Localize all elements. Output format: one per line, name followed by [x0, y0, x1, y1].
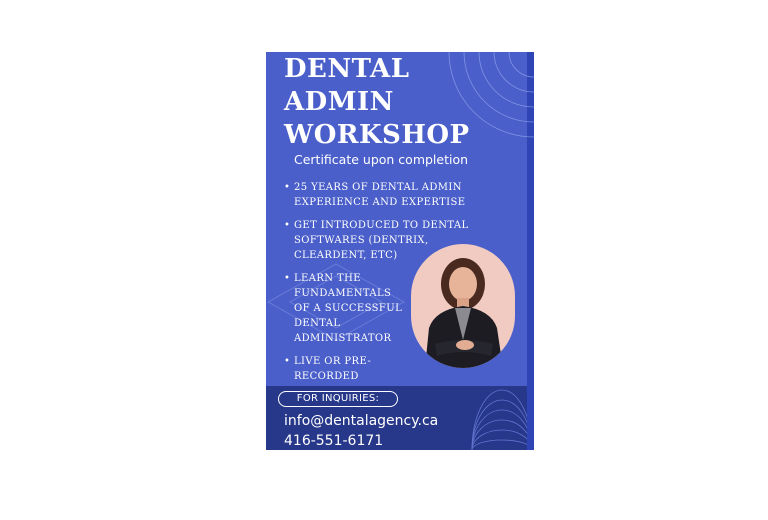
contact-phone[interactable]: 416-551-6171 — [284, 433, 383, 449]
person-silhouette-icon — [425, 258, 503, 368]
portrait-photo — [411, 244, 515, 368]
contact-footer: FOR INQUIRIES: info@dentalagency.ca 416-… — [266, 386, 527, 450]
concentric-arcs-icon — [471, 389, 527, 450]
title-line-3: WORKSHOP — [284, 120, 470, 150]
inquiries-label: FOR INQUIRIES: — [278, 391, 398, 407]
workshop-poster: DENTAL ADMIN WORKSHOP Certificate upon c… — [266, 52, 534, 450]
title-line-1: DENTAL — [284, 54, 410, 84]
subtitle: Certificate upon completion — [294, 152, 469, 167]
feature-item: LEARN THE FUNDAMENTALS OF A SUCCESSFUL D… — [284, 271, 404, 346]
title-line-2: ADMIN — [284, 87, 394, 117]
contact-email[interactable]: info@dentalagency.ca — [284, 413, 438, 429]
feature-item: 25 YEARS OF DENTAL ADMIN EXPERIENCE AND … — [284, 180, 484, 210]
